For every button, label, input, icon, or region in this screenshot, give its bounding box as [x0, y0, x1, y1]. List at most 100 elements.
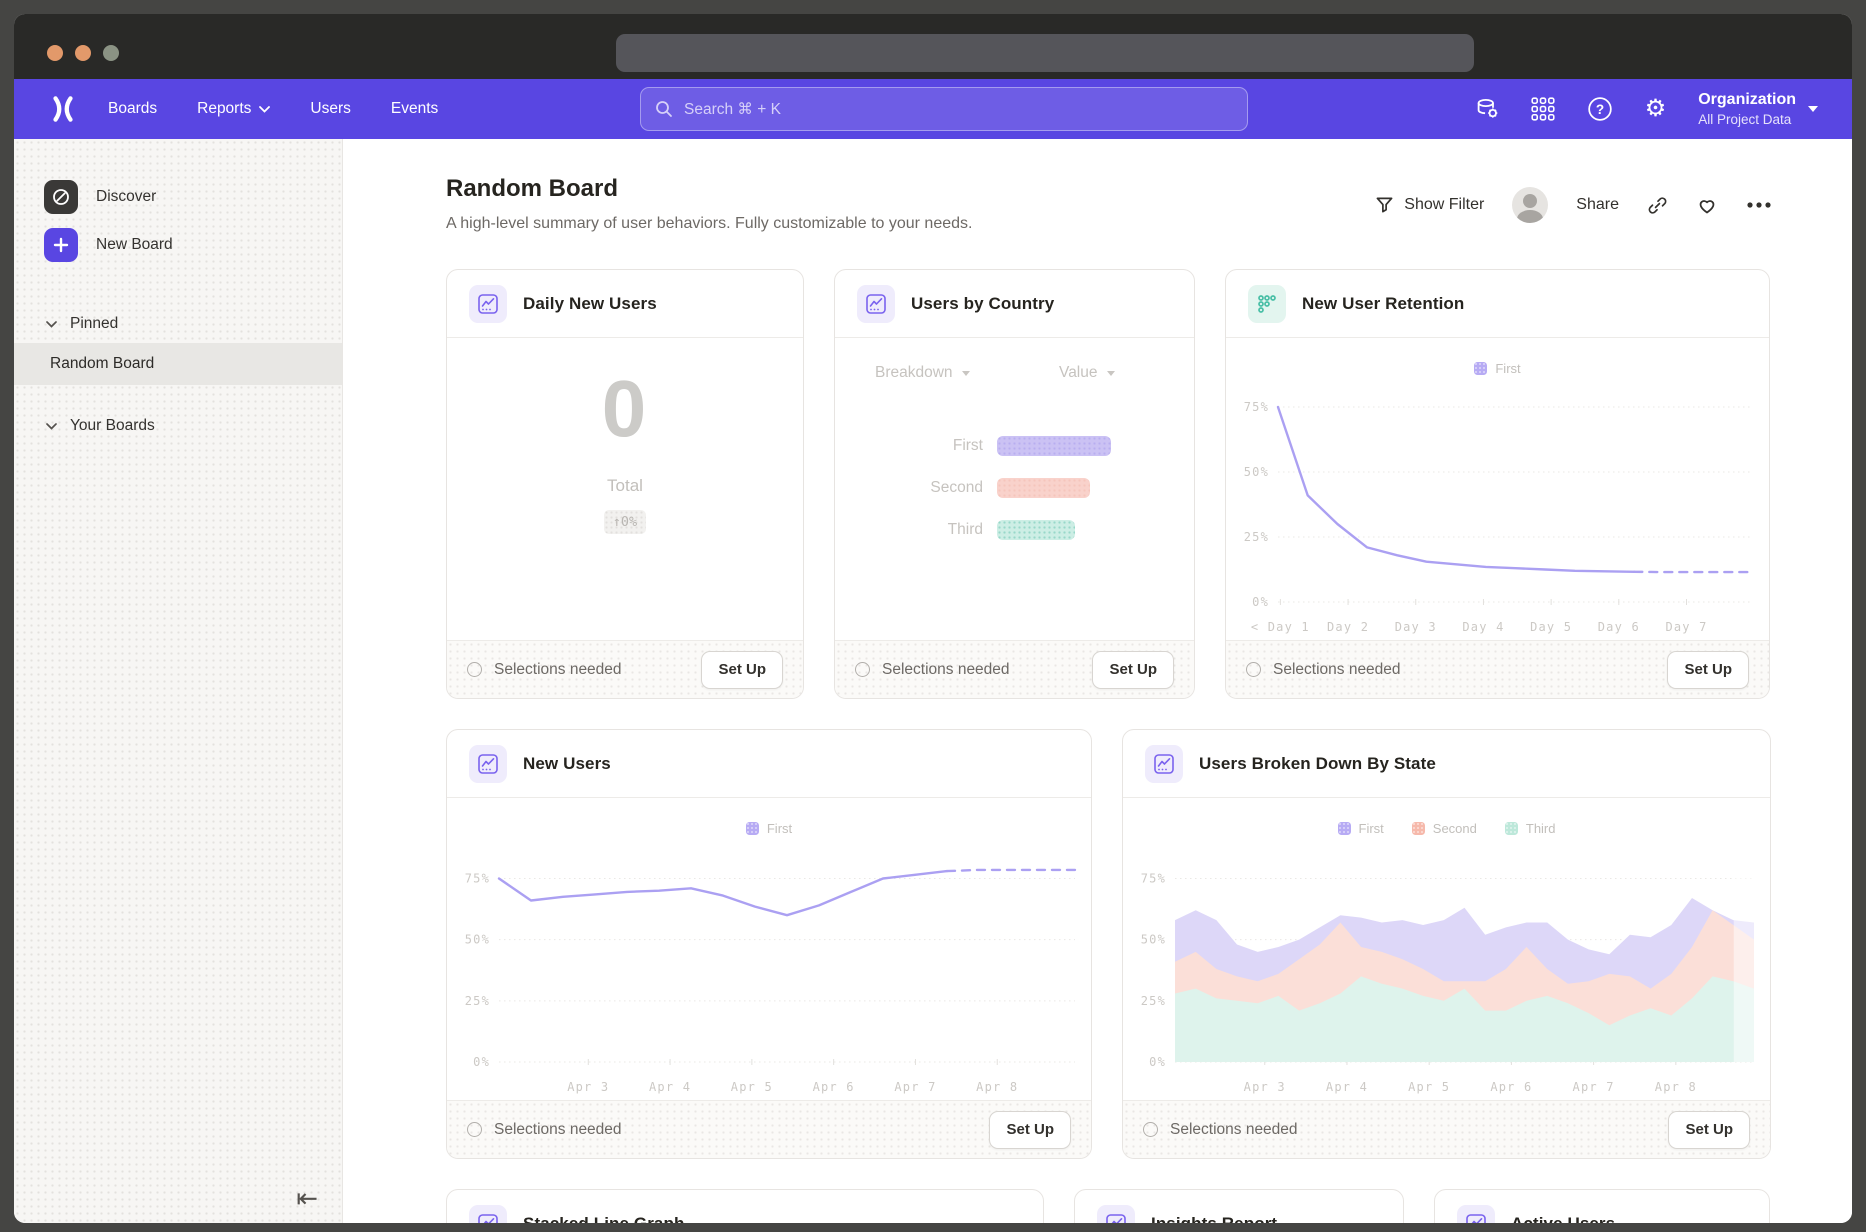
legend-label: Second [1433, 821, 1477, 836]
apps-grid-icon[interactable] [1531, 97, 1555, 121]
breakdown-row[interactable]: Third [835, 520, 1194, 540]
sidebar-item-discover[interactable]: Discover [14, 173, 342, 221]
svg-text:75%: 75% [1244, 400, 1269, 414]
sidebar-item-new-board[interactable]: New Board [14, 221, 342, 269]
legend-item[interactable]: First [1338, 821, 1384, 836]
svg-text:Apr 3: Apr 3 [567, 1080, 609, 1094]
nav-item-users[interactable]: Users [310, 100, 350, 118]
svg-text:Apr 5: Apr 5 [1408, 1080, 1450, 1094]
sidebar: Discover New Board Pinned Random Board Y… [14, 139, 343, 1223]
help-icon[interactable]: ? [1587, 96, 1613, 122]
chevron-down-icon [46, 321, 57, 328]
svg-text:?: ? [1596, 102, 1604, 117]
card-title: New Users [523, 754, 611, 774]
share-button[interactable]: Share [1576, 196, 1619, 214]
line-chart-icon [469, 285, 507, 323]
legend-swatch-icon [1474, 362, 1487, 375]
svg-text:0%: 0% [1149, 1055, 1166, 1069]
funnel-icon [1375, 196, 1394, 214]
status-circle-icon [1143, 1122, 1158, 1137]
line-chart-icon [469, 1205, 507, 1224]
status-text: Selections needed [1170, 1121, 1298, 1139]
breakdown-row[interactable]: Second [835, 478, 1194, 498]
sidebar-section-pinned[interactable]: Pinned [14, 305, 342, 343]
breakdown-bar [997, 436, 1111, 456]
svg-text:75%: 75% [1141, 871, 1166, 885]
browser-url-bar[interactable] [616, 34, 1474, 72]
legend-swatch-icon [1505, 822, 1518, 835]
show-filter-button[interactable]: Show Filter [1375, 196, 1484, 214]
browser-titlebar [14, 14, 1852, 79]
svg-text:75%: 75% [465, 871, 490, 885]
svg-text:Day 3: Day 3 [1395, 620, 1437, 634]
legend-label: Third [1526, 821, 1556, 836]
set-up-button[interactable]: Set Up [701, 651, 783, 689]
svg-text:Day 4: Day 4 [1462, 620, 1504, 634]
svg-text:Apr 7: Apr 7 [894, 1080, 936, 1094]
card-title: Insights Report [1151, 1214, 1277, 1224]
value-dropdown[interactable]: Value [1059, 364, 1115, 382]
copy-link-icon[interactable] [1647, 195, 1668, 216]
card-new-user-retention: New User Retention First 0%25%50%75%< Da… [1225, 269, 1770, 699]
state-area-chart: 0%25%50%75%Apr 3Apr 4Apr 5Apr 6Apr 7Apr … [1123, 840, 1770, 1100]
svg-text:Apr 8: Apr 8 [1655, 1080, 1697, 1094]
chevron-down-icon [1107, 371, 1115, 376]
traffic-light-close[interactable] [47, 45, 63, 61]
nav-item-boards[interactable]: Boards [108, 100, 157, 118]
page-title: Random Board [446, 175, 972, 203]
breakdown-bar [997, 520, 1075, 540]
card-title: Users by Country [911, 294, 1054, 314]
more-options-icon[interactable] [1746, 201, 1772, 209]
svg-text:Apr 4: Apr 4 [649, 1080, 691, 1094]
chevron-down-icon [962, 371, 970, 376]
legend-label: First [1359, 821, 1384, 836]
set-up-button[interactable]: Set Up [989, 1111, 1071, 1149]
svg-text:Apr 4: Apr 4 [1326, 1080, 1368, 1094]
avatar[interactable] [1512, 187, 1548, 223]
svg-text:50%: 50% [465, 933, 490, 947]
sidebar-section-your-boards[interactable]: Your Boards [14, 407, 342, 445]
card-daily-new-users: Daily New Users 0 Total ↑0% Selections n… [446, 269, 804, 699]
settings-gear-icon[interactable]: ⚙ [1645, 97, 1667, 121]
search-input[interactable]: Search ⌘ + K [640, 87, 1248, 131]
card-insights-report: Insights Report [1074, 1189, 1404, 1223]
card-title: Active Users [1511, 1214, 1615, 1224]
svg-text:Apr 3: Apr 3 [1244, 1080, 1286, 1094]
svg-text:25%: 25% [465, 994, 490, 1008]
traffic-light-minimize[interactable] [75, 45, 91, 61]
card-stacked-line-graph: Stacked Line Graph [446, 1189, 1044, 1223]
set-up-button[interactable]: Set Up [1092, 651, 1174, 689]
svg-text:Apr 8: Apr 8 [976, 1080, 1018, 1094]
traffic-light-zoom[interactable] [103, 45, 119, 61]
new-users-chart: 0%25%50%75%Apr 3Apr 4Apr 5Apr 6Apr 7Apr … [447, 840, 1091, 1100]
status-circle-icon [1246, 662, 1261, 677]
breakdown-row[interactable]: First [835, 436, 1194, 456]
card-users-by-state: Users Broken Down By State FirstSecondTh… [1122, 729, 1771, 1159]
breakdown-dropdown[interactable]: Breakdown [875, 364, 970, 382]
set-up-button[interactable]: Set Up [1667, 651, 1749, 689]
legend-item[interactable]: Third [1505, 821, 1556, 836]
breakdown-label: Third [835, 521, 983, 539]
legend-swatch-icon [1338, 822, 1351, 835]
collapse-sidebar-icon[interactable]: ⇤ [296, 1185, 318, 1211]
chevron-down-icon [1808, 106, 1818, 112]
favorite-heart-icon[interactable] [1696, 195, 1718, 215]
set-up-button[interactable]: Set Up [1668, 1111, 1750, 1149]
svg-text:Apr 5: Apr 5 [731, 1080, 773, 1094]
nav-item-reports[interactable]: Reports [197, 100, 270, 118]
nav-item-events[interactable]: Events [391, 100, 438, 118]
legend-item[interactable]: First [746, 821, 792, 836]
line-chart-icon [857, 285, 895, 323]
sidebar-item-random-board[interactable]: Random Board [14, 343, 342, 385]
search-icon [655, 100, 673, 118]
data-management-icon[interactable] [1475, 97, 1499, 121]
status-text: Selections needed [494, 1121, 622, 1139]
mixpanel-logo-icon[interactable] [48, 94, 78, 124]
org-switcher[interactable]: Organization All Project Data [1698, 91, 1818, 127]
status-circle-icon [467, 1122, 482, 1137]
legend-item[interactable]: Second [1412, 821, 1477, 836]
legend-item[interactable]: First [1474, 361, 1520, 376]
line-chart-icon [1457, 1205, 1495, 1224]
svg-text:Apr 7: Apr 7 [1573, 1080, 1615, 1094]
breakdown-label: Second [835, 479, 983, 497]
